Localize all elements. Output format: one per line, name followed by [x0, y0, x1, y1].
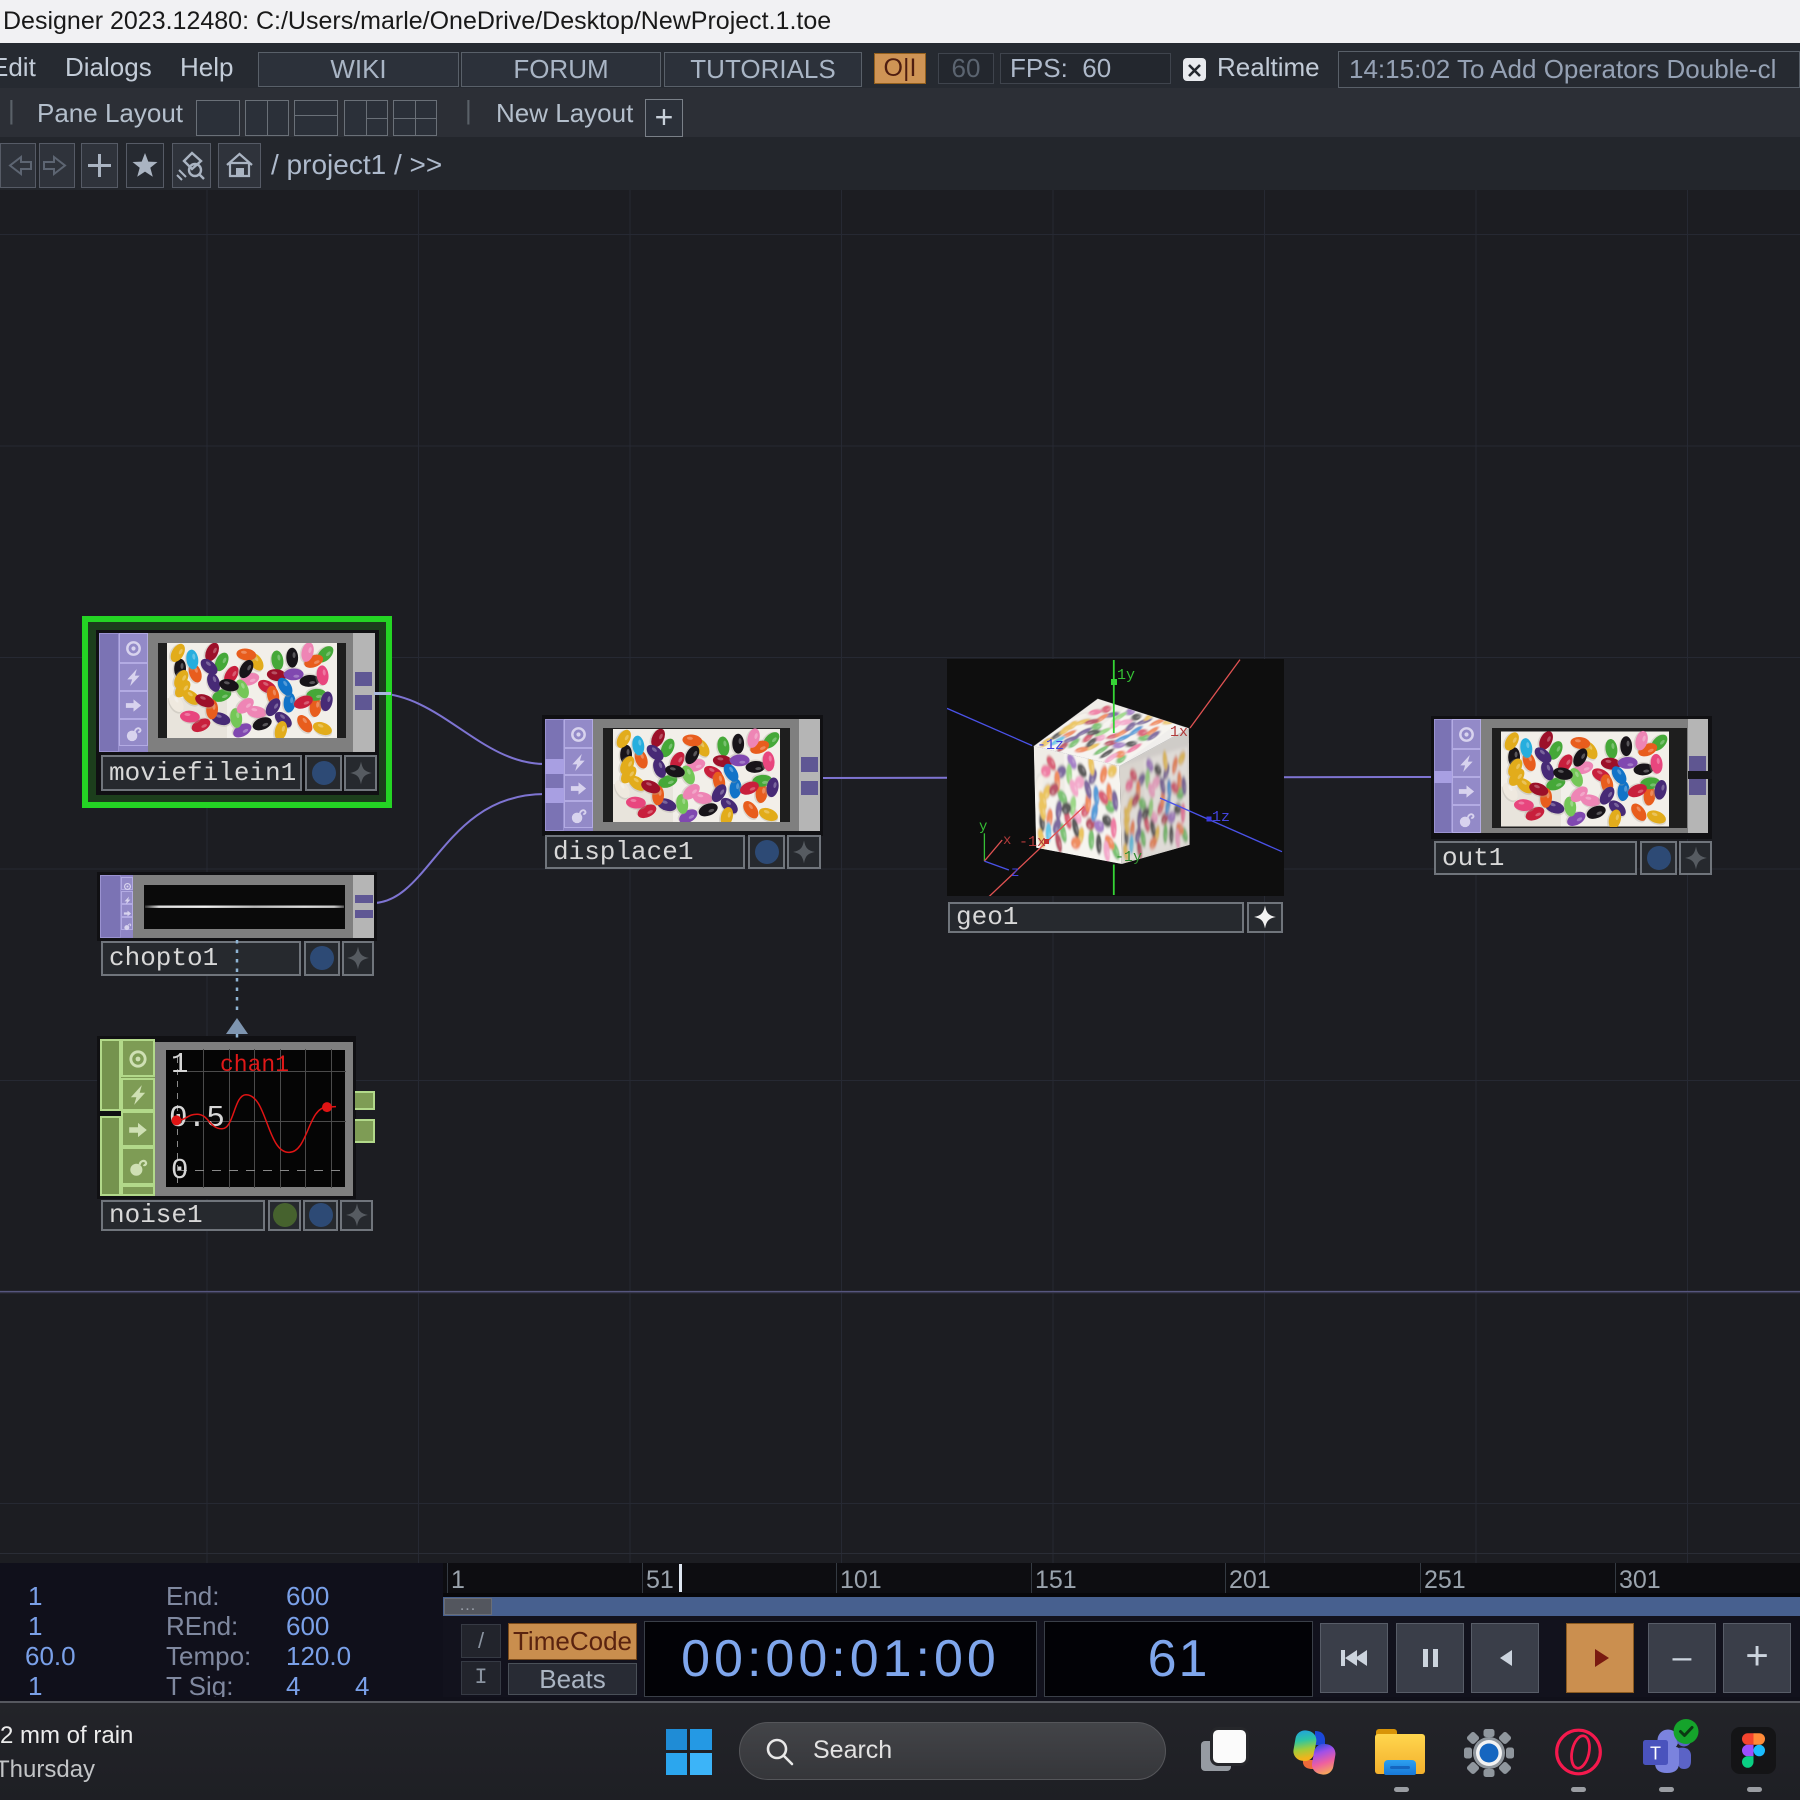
- svg-text:-1z: -1z: [1037, 737, 1064, 754]
- svg-text:1y: 1y: [1117, 667, 1135, 684]
- svg-text:z: z: [1011, 865, 1019, 881]
- svg-text:T: T: [1650, 1744, 1661, 1764]
- svg-text:0: 0: [171, 1154, 188, 1187]
- svg-text:1: 1: [171, 1049, 188, 1081]
- svg-text:y: y: [979, 819, 987, 835]
- svg-text:chan1: chan1: [220, 1052, 289, 1078]
- svg-text:-1y: -1y: [1115, 849, 1142, 866]
- svg-text:1z: 1z: [1212, 809, 1230, 826]
- svg-text:x: x: [1003, 833, 1011, 849]
- svg-text:1x: 1x: [1170, 724, 1188, 741]
- svg-text:-1x: -1x: [1019, 834, 1046, 851]
